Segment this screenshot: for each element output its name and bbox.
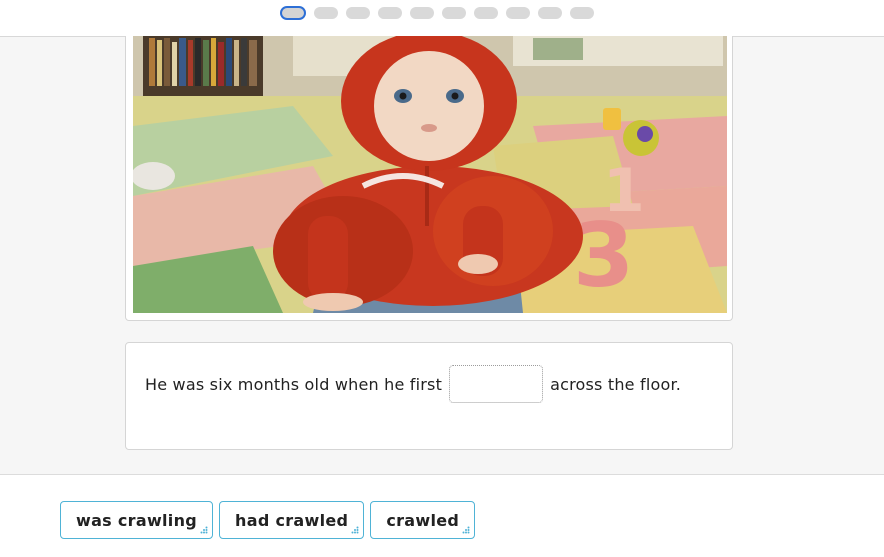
answer-options-tray: was crawling had crawled crawled: [0, 474, 884, 557]
option-crawled[interactable]: crawled: [370, 501, 476, 539]
option-was-crawling[interactable]: was crawling: [60, 501, 214, 539]
sentence-after-text: across the floor.: [550, 374, 682, 394]
top-bar: [0, 0, 884, 37]
progress-step-6[interactable]: [442, 7, 466, 19]
sentence-card: He was six months old when he first acro…: [125, 342, 733, 450]
drag-handle-icon: [351, 526, 359, 534]
progress-step-9[interactable]: [538, 7, 562, 19]
baby-crawling-photo: 3 1: [133, 36, 727, 313]
image-card: 3 1: [125, 36, 733, 321]
progress-step-5[interactable]: [410, 7, 434, 19]
sentence: He was six months old when he first acro…: [145, 365, 681, 403]
drag-handle-icon: [200, 526, 208, 534]
progress-step-8[interactable]: [506, 7, 530, 19]
progress-step-1[interactable]: [280, 6, 306, 20]
option-label: was crawling: [76, 510, 198, 530]
answer-drop-zone[interactable]: [449, 365, 544, 403]
sentence-before-text: He was six months old when he first: [145, 374, 443, 394]
progress-step-2[interactable]: [314, 7, 338, 19]
progress-step-10[interactable]: [570, 7, 594, 19]
option-label: crawled: [386, 510, 460, 530]
progress-indicator: [280, 6, 594, 20]
svg-text:1: 1: [603, 156, 645, 226]
option-label: had crawled: [235, 510, 349, 530]
progress-step-7[interactable]: [474, 7, 498, 19]
option-had-crawled[interactable]: had crawled: [219, 501, 365, 539]
progress-step-4[interactable]: [378, 7, 402, 19]
drag-handle-icon: [462, 526, 470, 534]
progress-step-3[interactable]: [346, 7, 370, 19]
answer-options: was crawling had crawled crawled: [60, 501, 476, 539]
